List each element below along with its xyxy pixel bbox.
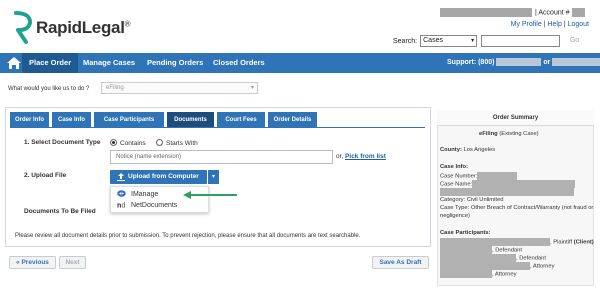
radio-unselected-icon <box>156 139 163 146</box>
search-scope-value: Cases <box>423 37 443 44</box>
search-input[interactable] <box>481 35 561 47</box>
brand-name: RapidLegal <box>36 18 125 37</box>
tab-documents[interactable]: Documents <box>167 112 214 128</box>
main-nav: Place Order Manage Cases Pending Orders … <box>0 53 600 73</box>
tab-court-fees[interactable]: Court Fees <box>217 112 265 128</box>
radio-starts-with-label: Starts With <box>166 140 198 147</box>
nav-manage-cases[interactable]: Manage Cases <box>76 53 142 73</box>
chevron-down-icon: ▾ <box>250 85 254 91</box>
radio-starts-with[interactable]: Starts With <box>156 139 198 147</box>
redacted-user-name <box>440 8 532 17</box>
select-document-type-label: 1. Select Document Type <box>24 139 101 146</box>
search-label: Search: <box>393 37 418 45</box>
summary-order-type: eFiling (Existing Case) <box>479 131 539 137</box>
summary-participant-row: , Attorney <box>440 262 555 270</box>
pick-from-list-row: or, Pick from list <box>336 153 386 160</box>
redacted-participant <box>440 238 550 246</box>
account-label: | Account # <box>535 9 570 17</box>
summary-case-name: Case Name: <box>440 180 576 188</box>
radio-selected-icon <box>110 139 117 146</box>
redacted-account-number <box>571 8 585 17</box>
summary-county-label: County: <box>440 147 462 153</box>
brand-trademark: ® <box>124 19 131 29</box>
summary-case-type: Case Type: Other Breach of Contract/Warr… <box>440 205 594 211</box>
chevron-down-icon: ▾ <box>211 174 215 180</box>
previous-button[interactable]: « Previous <box>9 256 56 269</box>
order-type-value: eFiling <box>106 85 124 91</box>
upload-icon <box>117 173 125 181</box>
chevron-down-icon: ▾ <box>471 38 475 44</box>
radio-contains[interactable]: Contains <box>110 139 146 147</box>
summary-case-number: Case Number: <box>440 172 518 180</box>
menu-item-netdocuments[interactable]: n d NetDocuments <box>117 201 177 211</box>
redacted-phone <box>496 58 542 67</box>
redacted-email <box>552 58 600 67</box>
redacted-participant <box>440 262 530 270</box>
order-type-select[interactable]: eFiling ▾ <box>101 82 258 94</box>
upload-options-toggle[interactable]: ▾ <box>208 170 219 184</box>
arrow-annotation-icon <box>183 191 237 199</box>
svg-text:d: d <box>122 203 126 209</box>
imanage-icon <box>117 190 126 197</box>
summary-county: County: Los Angeles <box>440 147 495 153</box>
summary-case-type-cont: negligence) <box>440 213 470 219</box>
tab-underline <box>10 127 425 128</box>
menu-item-netdocuments-label: NetDocuments <box>131 202 178 209</box>
summary-category: Category: Civil Unlimited <box>440 197 504 203</box>
search-scope-select[interactable]: Cases ▾ <box>420 35 478 47</box>
rapidlegal-logo[interactable]: RapidLegal® <box>13 11 143 47</box>
summary-participant-row: , Attorney <box>440 270 517 278</box>
help-link[interactable]: Help <box>547 21 561 28</box>
pick-from-list-link[interactable]: Pick from list <box>345 153 386 160</box>
logout-link[interactable]: Logout <box>568 21 589 28</box>
redacted-participant <box>440 270 492 278</box>
summary-participant-row: , Defendant <box>440 246 522 254</box>
tab-order-details[interactable]: Order Details <box>268 112 317 128</box>
account-info: | Account # <box>440 8 585 17</box>
or-label: or, <box>336 153 344 160</box>
summary-participants-label: Case Participants: <box>440 230 491 236</box>
order-summary-title: Order Summary <box>437 110 594 126</box>
nav-pending-orders[interactable]: Pending Orders <box>140 53 210 73</box>
menu-item-imanage[interactable]: IManage <box>117 190 158 200</box>
tab-case-participants[interactable]: Case Participants <box>94 112 164 128</box>
netdocuments-icon: nd <box>117 203 126 209</box>
search-row: Search: Cases ▾ Go <box>393 35 579 47</box>
go-button[interactable]: Go <box>564 35 585 47</box>
nav-closed-orders[interactable]: Closed Orders <box>206 53 272 73</box>
summary-case-info-label: Case Info: <box>440 164 469 170</box>
summary-participant-row: , Plaintiff (Client) <box>440 238 594 246</box>
rapidlegal-logo-mark-icon <box>14 11 32 44</box>
summary-efiling: eFiling <box>479 131 498 137</box>
redacted-case-name <box>472 180 576 188</box>
my-profile-link[interactable]: My Profile <box>511 21 542 28</box>
support-or: or <box>543 59 551 66</box>
upload-from-computer-button[interactable]: Upload from Computer <box>110 170 207 184</box>
upload-button-label: Upload from Computer <box>128 173 199 180</box>
question-label: What would you like us to do ? <box>8 86 90 92</box>
tab-order-info[interactable]: Order Info <box>10 112 49 128</box>
support-info: Support: (800) or <box>447 53 600 73</box>
summary-case-name-cont <box>440 188 574 196</box>
save-as-draft-button[interactable]: Save As Draft <box>372 256 429 269</box>
documents-to-be-filed-label: Documents To Be Filed <box>24 208 96 215</box>
radio-contains-label: Contains <box>120 140 146 147</box>
top-links: My Profile | Help | Logout <box>510 21 589 28</box>
upload-file-label: 2. Upload File <box>24 172 67 179</box>
redacted-participant <box>440 246 492 254</box>
summary-county-value: Los Angeles <box>463 147 496 153</box>
redacted-case-number <box>477 172 518 180</box>
redacted-case-name-cont <box>440 188 574 196</box>
summary-participant-row: , Defendant <box>440 254 546 262</box>
next-button[interactable]: Next <box>59 256 86 269</box>
document-type-input[interactable]: Notice (name extension) <box>110 150 333 164</box>
support-label: Support: (800) <box>447 59 495 66</box>
home-icon[interactable] <box>6 55 22 71</box>
menu-item-imanage-label: IManage <box>131 191 159 198</box>
tab-case-info[interactable]: Case Info <box>52 112 91 128</box>
summary-efiling-rest: (Existing Case) <box>499 131 539 137</box>
nav-place-order[interactable]: Place Order <box>22 53 79 73</box>
redacted-participant <box>440 254 516 262</box>
review-note: Please review all document details prior… <box>15 233 361 239</box>
